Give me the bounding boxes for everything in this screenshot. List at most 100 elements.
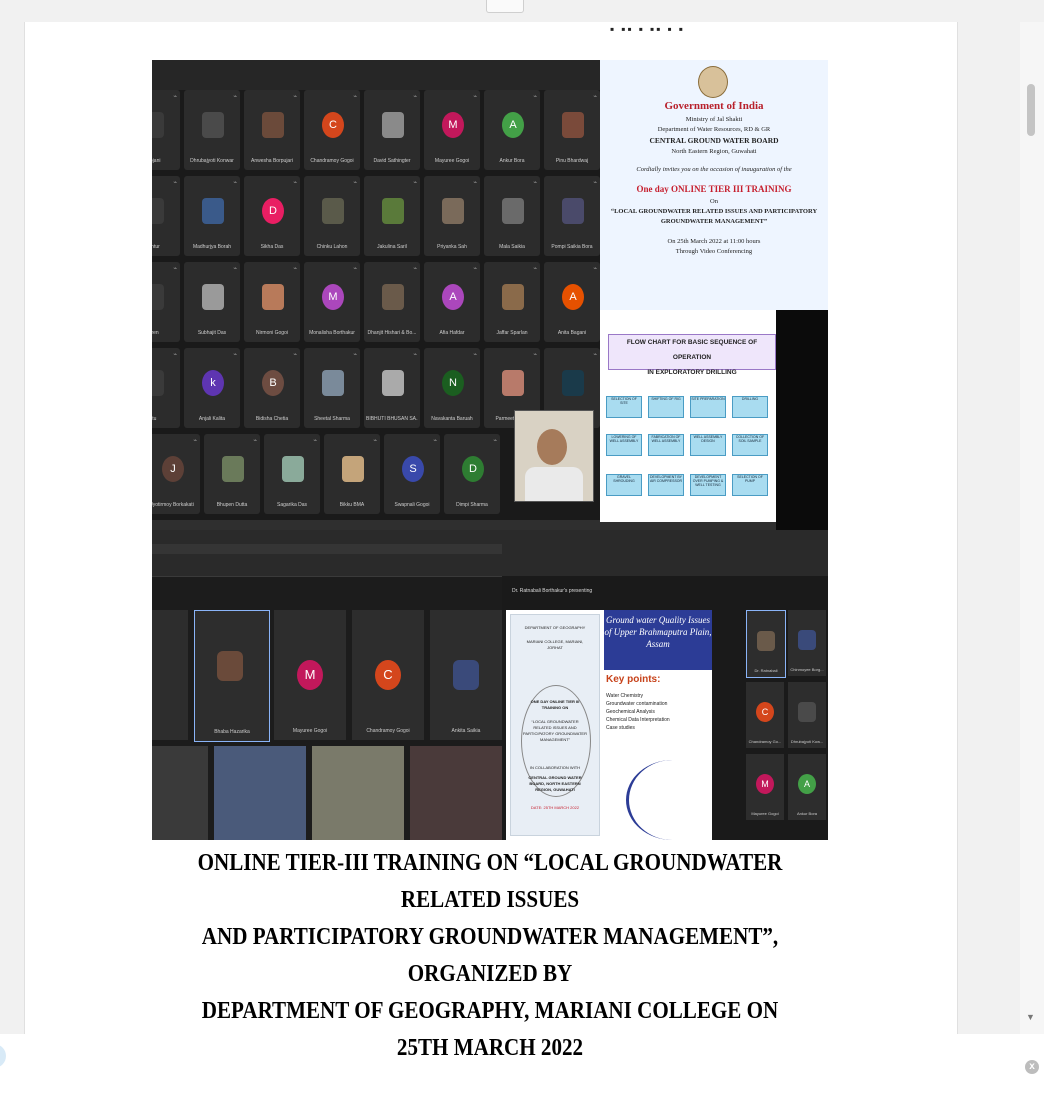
participant-name: Sikha Das — [260, 244, 284, 250]
participant-photo — [342, 456, 364, 482]
participant-avatar: A — [798, 774, 816, 794]
participant-tile: Nitu ⌁ — [152, 348, 180, 428]
participant-avatar: D — [462, 456, 484, 482]
participant-photo — [382, 370, 404, 396]
participant-name: Mayuree Gogoi — [292, 728, 328, 734]
mic-off-icon: ⌁ — [353, 266, 357, 272]
mic-off-icon: ⌁ — [173, 352, 177, 358]
mic-off-icon: ⌁ — [233, 266, 237, 272]
participant-video — [152, 746, 208, 840]
side-participant-tile: C Chandramoy Go... — [746, 682, 784, 748]
participant-name: Afia Hafdar — [439, 330, 465, 336]
mic-off-icon: ⌁ — [473, 266, 477, 272]
scroll-down-arrow-icon[interactable]: ▼ — [1026, 1012, 1035, 1022]
side-participants: Dr. Ratnabali Chinmoyee Borg... C Chandr… — [746, 610, 828, 840]
participant-tile: J Jyotirmoy Borkakati ⌁ — [152, 434, 200, 514]
invitation-card: Government of India Ministry of Jal Shak… — [600, 60, 828, 310]
participant-photo — [152, 284, 164, 310]
mic-off-icon: ⌁ — [593, 266, 597, 272]
participant-name: Chinmoyee Borg... — [790, 667, 824, 672]
mic-off-icon: ⌁ — [233, 94, 237, 100]
participant-photo — [322, 370, 344, 396]
caption-line: ONLINE TIER-III TRAINING ON “LOCAL GROUN… — [197, 849, 783, 913]
flowchart-title-line2: IN EXPLORATORY DRILLING — [647, 369, 737, 376]
participant-name: David Sathingter — [373, 158, 411, 164]
invitation-ministry: Ministry of Jal Shakti — [685, 116, 743, 123]
participant-name: Chandramoy Go... — [748, 739, 782, 744]
mic-off-icon: ⌁ — [413, 266, 417, 272]
drag-handle[interactable] — [486, 0, 524, 13]
meeting-header-bar — [152, 60, 600, 90]
flow-box: SITE PREPARATION — [690, 396, 726, 418]
participant-name: Pinu Bhardwaj — [555, 158, 589, 164]
key-point: Case studies — [606, 725, 635, 731]
participant-tile: B Bidisha Chetia ⌁ — [244, 348, 300, 428]
participant-tile: Madhurjya Borah ⌁ — [184, 176, 240, 256]
invitation-board: CENTRAL GROUND WATER BOARD — [649, 136, 779, 145]
mic-off-icon: ⌁ — [373, 438, 377, 444]
participant-name: Rupjani — [152, 158, 161, 164]
participant-name: Suren — [152, 330, 159, 336]
participant-name: Ankita Saikia — [451, 728, 481, 734]
participant-avatar: A — [562, 284, 584, 310]
participant-photo — [202, 198, 224, 224]
key-point: Groundwater contamination — [606, 701, 668, 707]
side-participant-tile: Dr. Ratnabali — [746, 610, 786, 678]
key-point: Water Chemistry — [606, 693, 644, 699]
participant-photo — [502, 198, 524, 224]
participant-photo — [222, 456, 244, 482]
speaker-face — [537, 429, 567, 465]
participant-tile — [152, 610, 188, 740]
key-point: Geochemical Analysis — [606, 709, 655, 715]
participant-tile: M Mayuree Gogoi — [274, 610, 346, 740]
close-ad-icon[interactable]: x — [1025, 1060, 1039, 1074]
participant-tile: Anwesha Borpujari ⌁ — [244, 90, 300, 170]
participant-photo — [262, 284, 284, 310]
mic-off-icon: ⌁ — [353, 180, 357, 186]
scrollbar-thumb[interactable] — [1027, 84, 1035, 136]
participant-name: Monalisha Borthakur — [309, 330, 355, 336]
participant-tile: Sheetal Sharma ⌁ — [304, 348, 360, 428]
participant-name: Dhanjit Hishari & Bo... — [367, 330, 417, 336]
flowchart-title-line1: FLOW CHART FOR BASIC SEQUENCE OF OPERATI… — [626, 339, 758, 361]
slide-wave-graphic — [626, 760, 719, 840]
participant-photo — [798, 702, 816, 722]
key-points-list: Water Chemistry Groundwater contaminatio… — [606, 692, 710, 732]
participant-name: Jakulina Saril — [377, 244, 407, 250]
participant-name: Anwesha Borpujari — [251, 158, 293, 164]
participant-name: Bhaba Hazarika — [214, 729, 250, 735]
presenting-label: Dr. Ratnabali Borthakur's presenting — [512, 588, 593, 594]
participant-photo — [502, 284, 524, 310]
meeting-gallery-screenshot: Bhaba Hazarika M Mayuree Gogoi C Chandra… — [152, 530, 502, 840]
participant-tile: Bhupen Dutta ⌁ — [204, 434, 260, 514]
participant-name: Dr. Ratnabali — [754, 668, 778, 673]
participant-name: Dimpi Sharma — [456, 502, 488, 508]
participant-tile: Sagarika Das ⌁ — [264, 434, 320, 514]
participant-tile: M Mayuree Gogoi ⌁ — [424, 90, 480, 170]
participant-tile: Ankita Saikia — [430, 610, 502, 740]
participant-tile: k Anjali Kalita ⌁ — [184, 348, 240, 428]
participant-photo — [217, 651, 243, 681]
vertical-scrollbar[interactable]: ▼ — [1020, 22, 1044, 1034]
participant-name: Ankur Bora — [796, 811, 817, 816]
invitation-topic-line1: “LOCAL GROUNDWATER RELATED ISSUES AND PA… — [610, 208, 818, 215]
participant-video — [410, 746, 502, 840]
training-photo-collage: Rupjani⌁Dhrubajyoti Konwar⌁Anwesha Borpu… — [152, 60, 828, 840]
invitation-event: One day ONLINE TIER III TRAINING — [636, 184, 792, 194]
key-point: Chemical Data Interpretation — [606, 717, 670, 723]
participant-name: BIBHUTI BHUSAN SA... — [366, 416, 418, 422]
flow-box: SELECTION OF PUMP — [732, 474, 768, 496]
mic-off-icon: ⌁ — [173, 180, 177, 186]
presentation-screenshot: Dr. Ratnabali Borthakur's presenting DEP… — [502, 530, 828, 840]
speaker-body — [525, 467, 583, 501]
mic-off-icon: ⌁ — [533, 94, 537, 100]
participant-photo — [757, 631, 775, 651]
participant-tile: M Monalisha Borthakur ⌁ — [304, 262, 360, 342]
flow-box: LOWERING OF WELL ASSEMBLY — [606, 434, 642, 456]
participant-avatar: k — [202, 370, 224, 396]
participant-tile: Dhanjit Hishari & Bo... ⌁ — [364, 262, 420, 342]
invitation-invite: Cordially invites you on the occasion of… — [636, 166, 792, 173]
participant-name: Subhajit Das — [197, 330, 227, 336]
participant-name: Dhrubajyoti Kow... — [790, 739, 824, 744]
mic-off-icon: ⌁ — [173, 266, 177, 272]
